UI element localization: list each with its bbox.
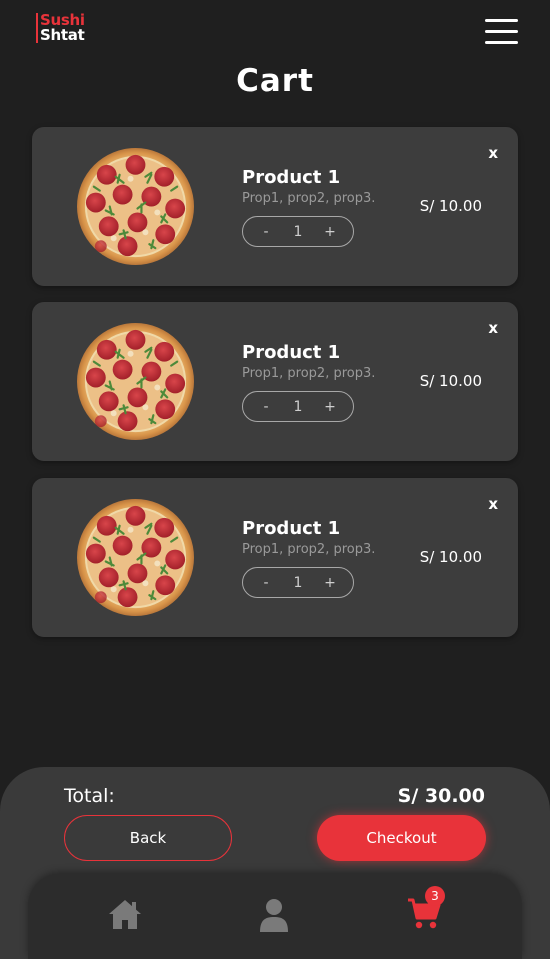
logo-line-2: Shtat	[40, 26, 85, 44]
remove-item-button[interactable]: x	[488, 144, 498, 162]
total-value: S/ 30.00	[397, 785, 485, 807]
home-icon[interactable]	[108, 898, 142, 934]
product-description: Prop1, prop2, prop3.	[242, 366, 376, 381]
quantity-value: 1	[293, 223, 303, 240]
decrement-button[interactable]: -	[259, 575, 273, 591]
bottom-nav: 3	[28, 874, 522, 959]
product-description: Prop1, prop2, prop3.	[242, 191, 376, 206]
back-button[interactable]: Back	[64, 815, 232, 861]
increment-button[interactable]: +	[323, 224, 337, 240]
product-image	[75, 146, 196, 267]
quantity-value: 1	[293, 574, 303, 591]
product-price: S/ 10.00	[419, 548, 482, 566]
increment-button[interactable]: +	[323, 575, 337, 591]
logo[interactable]: Sushi Shtat	[36, 13, 85, 43]
header: Sushi Shtat	[0, 0, 550, 62]
quantity-stepper: - 1 +	[242, 216, 354, 247]
quantity-value: 1	[293, 398, 303, 415]
product-name: Product 1	[242, 518, 341, 539]
cart-item: Product 1 Prop1, prop2, prop3. - 1 + S/ …	[32, 127, 518, 286]
product-price: S/ 10.00	[419, 372, 482, 390]
cart-icon[interactable]: 3	[407, 886, 445, 934]
decrement-button[interactable]: -	[259, 399, 273, 415]
product-description: Prop1, prop2, prop3.	[242, 542, 376, 557]
product-image	[75, 497, 196, 618]
checkout-button[interactable]: Checkout	[317, 815, 486, 861]
product-image	[75, 321, 196, 442]
cart-item: Product 1 Prop1, prop2, prop3. - 1 + S/ …	[32, 478, 518, 637]
decrement-button[interactable]: -	[259, 224, 273, 240]
quantity-stepper: - 1 +	[242, 567, 354, 598]
hamburger-menu-icon[interactable]	[485, 19, 519, 45]
product-name: Product 1	[242, 167, 341, 188]
cart-count-badge: 3	[425, 886, 445, 906]
total-label: Total:	[64, 785, 115, 807]
remove-item-button[interactable]: x	[488, 495, 498, 513]
quantity-stepper: - 1 +	[242, 391, 354, 422]
product-name: Product 1	[242, 342, 341, 363]
product-price: S/ 10.00	[419, 197, 482, 215]
increment-button[interactable]: +	[323, 399, 337, 415]
remove-item-button[interactable]: x	[488, 319, 498, 337]
user-icon[interactable]	[259, 898, 289, 936]
cart-item: Product 1 Prop1, prop2, prop3. - 1 + S/ …	[32, 302, 518, 461]
page-title: Cart	[236, 63, 314, 99]
